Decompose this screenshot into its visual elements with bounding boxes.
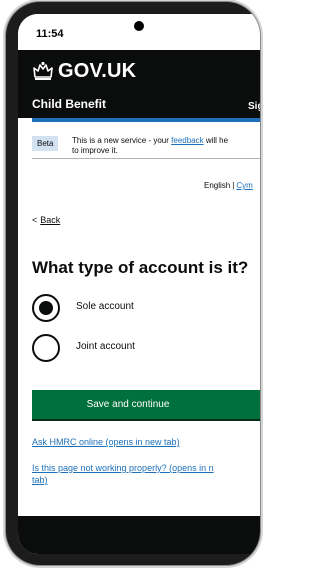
page-not-working-link-continued[interactable]: tab) [32, 475, 48, 485]
page-not-working-link[interactable]: Is this page not working properly? (open… [32, 463, 214, 473]
banner-text-line2: to improve it. [72, 146, 118, 155]
back-link[interactable]: < Back [32, 215, 60, 225]
phone-screen: 11:54 GOV.UK Child Benefit Sig Beta This… [18, 14, 260, 554]
govuk-header: GOV.UK Child Benefit Sig [18, 50, 260, 118]
crown-icon [33, 61, 53, 80]
save-and-continue-button[interactable]: Save and continue [32, 390, 260, 419]
phase-banner-text: This is a new service - your feedback wi… [72, 136, 260, 156]
radio-label-sole-account[interactable]: Sole account [76, 301, 134, 312]
lower-screen-band [18, 516, 260, 554]
language-current: English [204, 181, 231, 190]
service-name-link[interactable]: Child Benefit [32, 97, 106, 111]
camera-cutout [134, 21, 144, 31]
back-link-label[interactable]: Back [40, 215, 60, 225]
banner-text-before: This is a new service - your [72, 136, 172, 145]
language-welsh-link[interactable]: Cym [236, 181, 252, 190]
sign-out-link[interactable]: Sig [248, 101, 260, 112]
banner-text-after: will he [203, 136, 229, 145]
radio-selected-dot [39, 301, 53, 315]
phase-banner: Beta This is a new service - your feedba… [32, 122, 260, 159]
radio-sole-account[interactable] [32, 294, 60, 322]
beta-tag: Beta [32, 136, 59, 151]
language-toggle: English | Cym [204, 181, 253, 190]
phone-frame: 11:54 GOV.UK Child Benefit Sig Beta This… [6, 2, 260, 565]
status-time: 11:54 [36, 28, 64, 40]
chevron-left-icon: < [32, 215, 38, 225]
govuk-logo[interactable]: GOV.UK [58, 60, 136, 83]
radio-label-joint-account[interactable]: Joint account [76, 341, 135, 352]
page-title: What type of account is it? [32, 258, 249, 277]
feedback-link[interactable]: feedback [171, 136, 203, 145]
ask-hmrc-link[interactable]: Ask HMRC online (opens in new tab) [32, 437, 180, 447]
status-bar: 11:54 [18, 14, 260, 50]
language-separator: | [232, 181, 235, 190]
radio-joint-account[interactable] [32, 334, 60, 362]
